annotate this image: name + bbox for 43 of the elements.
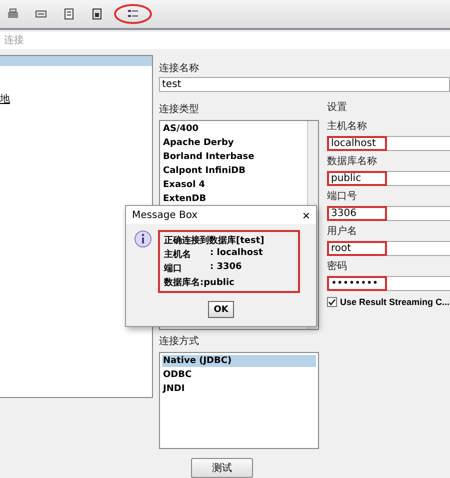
input-field[interactable]: •••••••• xyxy=(327,276,450,291)
list-label: 连接类型 xyxy=(159,102,200,116)
list-item[interactable]: Calpont InfiniDB xyxy=(162,165,305,177)
message-label: 主机名 xyxy=(164,248,192,261)
input-field[interactable]: localhost xyxy=(327,136,450,151)
field-label: 密码 xyxy=(327,260,348,273)
message-text: 数据库名:public xyxy=(164,276,236,289)
printer-icon xyxy=(6,6,20,21)
close-button[interactable]: × xyxy=(302,208,310,222)
message-label: 端口 xyxy=(164,262,183,275)
list-item[interactable]: AS/400 xyxy=(162,123,305,135)
list-item[interactable]: Apache Derby xyxy=(162,137,305,149)
list-item[interactable]: JNDI xyxy=(162,383,316,395)
toolbar-button[interactable] xyxy=(114,4,152,24)
document-icon xyxy=(90,6,104,21)
field-label: 用户名 xyxy=(327,224,358,238)
list-label: 连接方式 xyxy=(159,334,200,348)
checkbox-label: Use Result Streaming C... xyxy=(340,297,450,307)
input-field[interactable]: public xyxy=(327,171,450,186)
list-item[interactable]: ODBC xyxy=(162,369,316,381)
document-icon xyxy=(62,6,76,21)
list-item[interactable]: Exasol 4 xyxy=(162,179,305,191)
dialog-title: Message Box xyxy=(132,210,198,220)
test-button[interactable]: 测试 xyxy=(191,458,253,478)
tree-item[interactable]: 地 xyxy=(0,92,152,106)
field-label: 主机名称 xyxy=(327,120,368,133)
breadcrumb: 连接 xyxy=(4,34,24,48)
info-icon xyxy=(134,230,152,248)
ok-button[interactable]: OK xyxy=(208,301,234,318)
list-item[interactable]: ExtenDB xyxy=(162,193,305,205)
field-label: 连接名称 xyxy=(159,62,200,75)
list-item[interactable]: Native (JDBC) xyxy=(162,355,316,367)
field-label: 端口号 xyxy=(327,190,358,203)
list-item[interactable]: Borland Interbase xyxy=(162,151,305,163)
message-value: : 3306 xyxy=(210,262,242,274)
message-text: 正确连接到数据库[test] xyxy=(164,234,266,247)
input-field[interactable]: 3306 xyxy=(327,206,450,221)
input-field[interactable]: root xyxy=(327,241,450,256)
message-value: : localhost xyxy=(210,248,263,260)
field-label: 数据库名称 xyxy=(327,154,378,168)
checkbox[interactable] xyxy=(327,297,337,307)
input-field[interactable]: test xyxy=(159,77,450,92)
group-title: 设置 xyxy=(327,100,348,114)
